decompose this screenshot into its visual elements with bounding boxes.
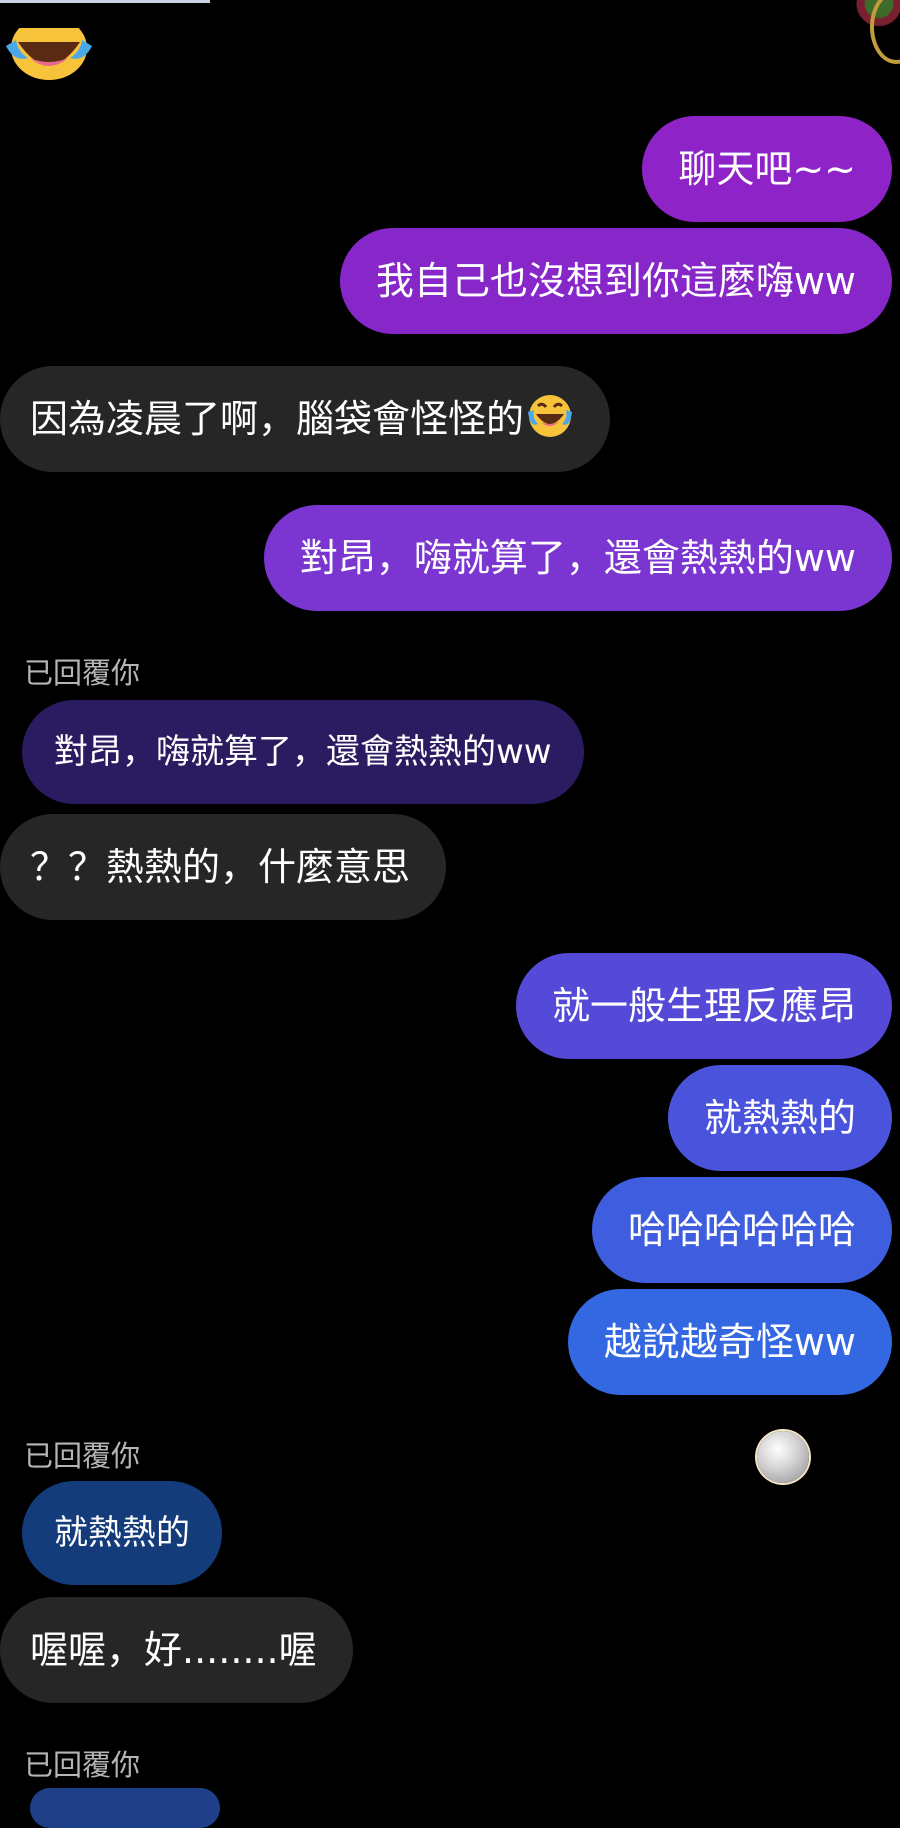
scroll-to-bottom-button[interactable] xyxy=(757,1431,809,1483)
quoted-message-bubble-partial[interactable] xyxy=(30,1788,220,1828)
sent-message-bubble[interactable]: 聊天吧~~ xyxy=(642,116,892,222)
sent-message-bubble[interactable]: 哈哈哈哈哈哈 xyxy=(591,1177,892,1283)
replied-to-you-label: 已回覆你 xyxy=(24,1439,141,1473)
replied-to-you-label: 已回覆你 xyxy=(24,1748,141,1782)
sent-message-bubble[interactable]: 就熱熱的 xyxy=(667,1065,892,1171)
message-text: 就熱熱的 xyxy=(703,1096,856,1140)
message-text: 就熱熱的 xyxy=(54,1513,190,1553)
message-text: 因為凌晨了啊，腦袋會怪怪的 xyxy=(30,397,525,441)
message-text: 對昂，嗨就算了，還會熱熱的ww xyxy=(299,536,856,580)
sent-message-bubble[interactable]: 對昂，嗨就算了，還會熱熱的ww xyxy=(263,505,892,611)
avatar-ring xyxy=(870,0,900,64)
face-with-tears-of-joy-icon xyxy=(528,395,573,437)
received-message-bubble[interactable]: ？？熱熱的，什麼意思 xyxy=(0,814,447,920)
received-message-bubble[interactable]: 喔喔，好........喔 xyxy=(0,1597,353,1703)
message-text: 哈哈哈哈哈哈 xyxy=(627,1208,856,1252)
replied-to-you-label: 已回覆你 xyxy=(24,656,141,690)
received-message-bubble[interactable]: 因為凌晨了啊，腦袋會怪怪的 xyxy=(0,366,611,472)
message-text: 對昂，嗨就算了，還會熱熱的ww xyxy=(54,732,552,772)
message-text: 聊天吧~~ xyxy=(678,147,856,191)
sent-message-bubble[interactable]: 我自己也沒想到你這麼嗨ww xyxy=(339,228,892,334)
message-text: ？？熱熱的，什麼意思 xyxy=(30,845,411,889)
sent-message-bubble[interactable]: 越說越奇怪ww xyxy=(567,1289,892,1395)
message-text: 喔喔，好........喔 xyxy=(30,1628,317,1672)
message-text: 我自己也沒想到你這麼嗨ww xyxy=(375,259,856,303)
status-bar-strip xyxy=(0,0,210,3)
quoted-message-bubble[interactable]: 就熱熱的 xyxy=(22,1481,222,1585)
message-text: 越說越奇怪ww xyxy=(603,1320,856,1364)
quoted-message-bubble[interactable]: 對昂，嗨就算了，還會熱熱的ww xyxy=(22,700,584,804)
message-text: 就一般生理反應昂 xyxy=(551,984,856,1028)
sent-message-bubble[interactable]: 就一般生理反應昂 xyxy=(515,953,892,1059)
face-with-tears-of-joy-icon xyxy=(6,28,92,80)
